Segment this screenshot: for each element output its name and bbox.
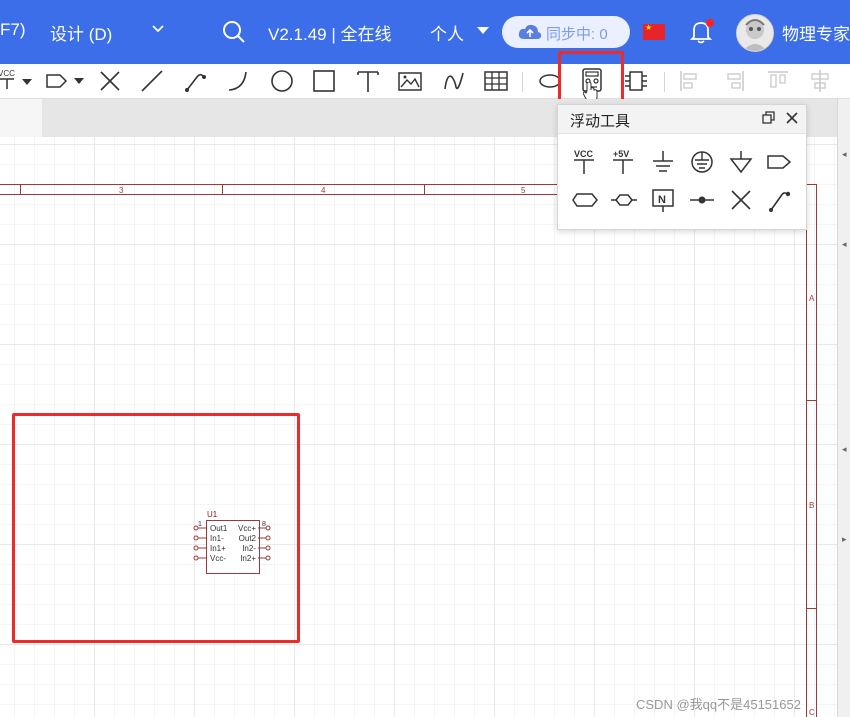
no-connect-tool[interactable]: [96, 67, 124, 95]
menu-item-partial[interactable]: F7): [0, 20, 26, 40]
component-library-tool[interactable]: [622, 67, 650, 95]
title-bar: F7) 设计 (D) V2.1.49 | 全在线 个人 同步中: 0 ★ 物理专…: [0, 0, 850, 64]
collapse-arrow-icon[interactable]: ◂: [842, 444, 847, 455]
component-pins: [193, 525, 271, 561]
floating-tools-panel: 浮动工具 VCC +5V N: [557, 104, 807, 230]
pin-label-right: Vcc+: [237, 524, 256, 533]
collapse-arrow-icon[interactable]: ◂: [842, 239, 847, 250]
sheet-border-right: [816, 184, 817, 717]
toolbar-divider: [664, 72, 665, 92]
chevron-down-icon[interactable]: [151, 18, 165, 43]
ruler-tick: [806, 400, 817, 401]
svg-text:N: N: [658, 194, 666, 206]
ruler-number: 3: [119, 186, 124, 195]
menu-design[interactable]: 设计 (D): [50, 20, 112, 45]
rectangle-tool[interactable]: [310, 67, 338, 95]
panel-header[interactable]: 浮动工具: [558, 105, 806, 134]
drawing-toolbar: VCC: [0, 64, 850, 102]
vcc-text: VCC: [574, 149, 594, 159]
expand-arrow-icon[interactable]: ▸: [842, 534, 847, 545]
sync-status-button[interactable]: 同步中: 0: [502, 16, 630, 48]
ruler-letter: C: [809, 708, 815, 717]
vcc-tool[interactable]: VCC: [0, 67, 34, 95]
pin-label-left: Vcc-: [210, 554, 226, 563]
align-right-icon[interactable]: [720, 67, 748, 95]
search-icon[interactable]: [222, 20, 246, 49]
freehand-tool[interactable]: [440, 67, 468, 95]
plus5v-power-icon[interactable]: +5V: [609, 147, 639, 177]
version-label: V2.1.49 | 全在线: [268, 25, 392, 44]
bezier-tool[interactable]: [182, 67, 210, 95]
component-ref: U1: [207, 510, 218, 519]
notification-dot: [706, 19, 714, 27]
pin-label-right: In2-: [242, 544, 256, 553]
caret-down-icon[interactable]: [476, 22, 490, 42]
document-tab[interactable]: [0, 99, 42, 137]
right-side-panel-strip: ◂ ◂ ◂ ▸: [837, 99, 850, 717]
ruler-tick: [222, 184, 223, 194]
netflag-icon[interactable]: N: [648, 185, 678, 215]
pin-label-right: In2+: [240, 554, 256, 563]
ruler-letter: B: [809, 501, 815, 510]
ruler-number: 4: [321, 186, 326, 195]
align-left-icon[interactable]: [676, 67, 704, 95]
plus5v-text: +5V: [613, 149, 629, 159]
junction-dot-icon[interactable]: [687, 185, 717, 215]
collapse-arrow-icon[interactable]: ◂: [842, 149, 847, 160]
probe-icon[interactable]: [765, 185, 795, 215]
arrow-ground-icon[interactable]: [726, 147, 756, 177]
netlabel-input-icon[interactable]: [570, 185, 600, 215]
distribute-icon[interactable]: [806, 67, 834, 95]
sheet-border-inner-right: [806, 194, 807, 717]
panel-title: 浮动工具: [570, 113, 631, 130]
no-connect-icon[interactable]: [726, 185, 756, 215]
pin-label-left: Out1: [210, 524, 228, 533]
table-tool[interactable]: [482, 67, 510, 95]
ruler-tick: [806, 608, 817, 609]
workspace-selector[interactable]: 个人: [430, 20, 464, 45]
ruler-number: 5: [521, 186, 526, 195]
close-icon[interactable]: [784, 110, 800, 126]
text-tool[interactable]: [354, 67, 382, 95]
vcc-text: VCC: [0, 69, 15, 78]
ruler-tick: [424, 184, 425, 194]
pin-label-right: Out2: [238, 534, 256, 543]
language-flag-icon[interactable]: ★: [643, 23, 665, 40]
sync-status-label: 同步中: 0: [546, 26, 608, 43]
avatar[interactable]: [736, 14, 774, 52]
align-top-icon[interactable]: [764, 67, 792, 95]
arc-tool[interactable]: [224, 67, 252, 95]
pin-label-left: In1-: [210, 534, 224, 543]
pin-label-left: In1+: [210, 544, 226, 553]
line-tool[interactable]: [138, 67, 166, 95]
watermark-text: CSDN @我qq不是45151652: [636, 697, 801, 712]
cloud-upload-icon: [518, 23, 542, 46]
image-tool[interactable]: [396, 67, 424, 95]
toolbar-divider: [522, 72, 523, 92]
vcc-power-icon[interactable]: VCC: [570, 147, 600, 177]
restore-window-icon[interactable]: [760, 110, 776, 126]
netlabel-output-icon[interactable]: [765, 147, 795, 177]
username-label[interactable]: 物理专家: [782, 20, 850, 45]
circle-ground-icon[interactable]: [687, 147, 717, 177]
circle-tool[interactable]: [268, 67, 296, 95]
ruler-letter: A: [809, 294, 815, 303]
ruler-tick: [20, 184, 21, 194]
highlight-box-toolbar: [558, 51, 624, 106]
netlabel-tool[interactable]: [44, 67, 88, 95]
netlabel-port-icon[interactable]: [609, 185, 639, 215]
ground-icon[interactable]: [648, 147, 678, 177]
